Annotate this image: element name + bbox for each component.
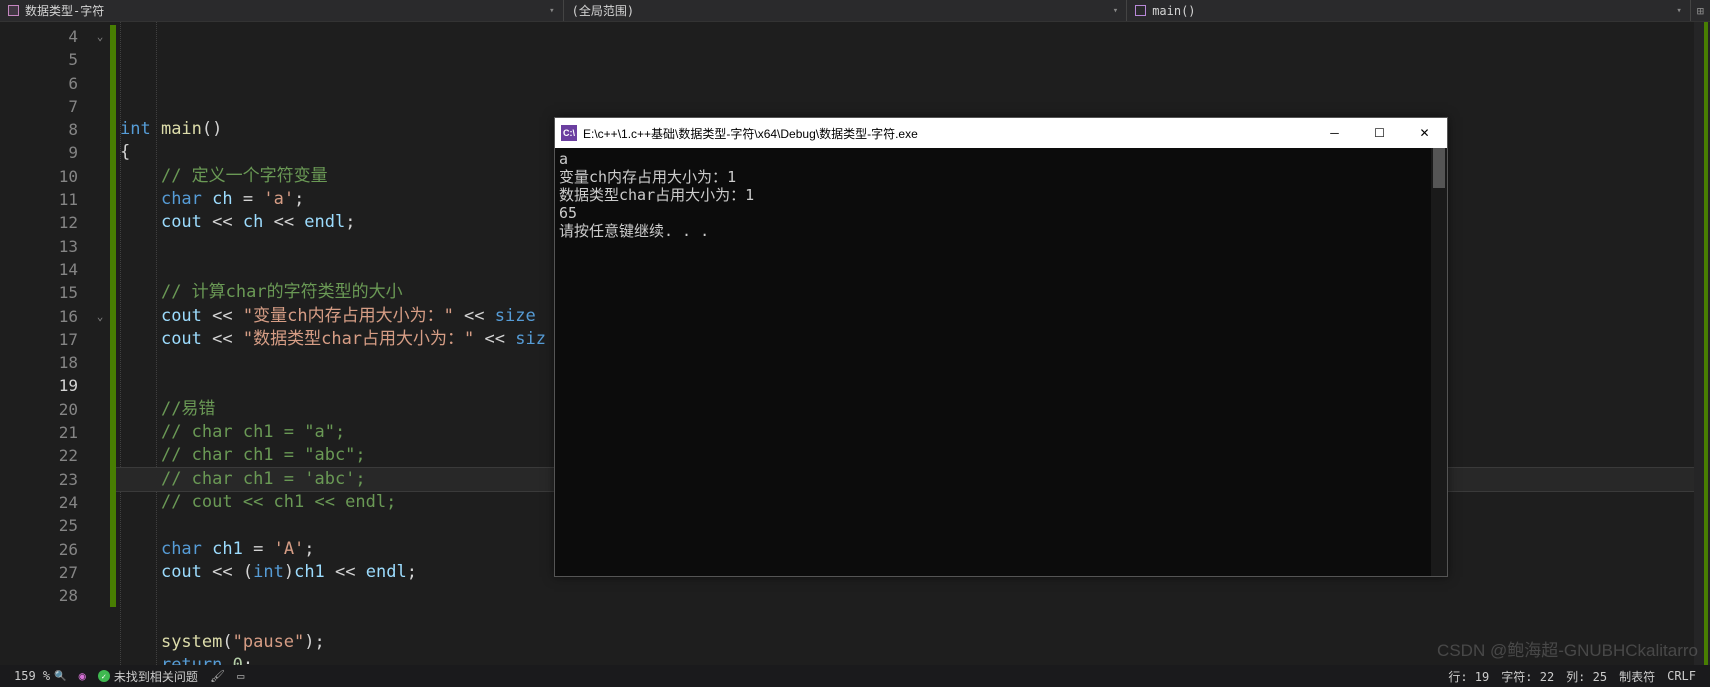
- breadcrumb-bar: 数据类型-字符 ▾ (全局范围) ▾ main() ▾ ⊞: [0, 0, 1710, 22]
- console-window: C:\ E:\c++\1.c++基础\数据类型-字符\x64\Debug\数据类…: [554, 117, 1448, 577]
- cursor-col[interactable]: 列: 25: [1560, 668, 1613, 685]
- brush-icon[interactable]: 🖌: [204, 669, 231, 683]
- scope-selector[interactable]: (全局范围) ▾: [564, 0, 1128, 21]
- cursor-line[interactable]: 行: 19: [1442, 668, 1495, 685]
- zoom-icon: 🔍: [54, 671, 66, 682]
- eol-mode[interactable]: CRLF: [1661, 669, 1702, 683]
- maximize-button[interactable]: ☐: [1357, 118, 1402, 148]
- split-view-button[interactable]: ⊞: [1691, 4, 1710, 18]
- error-indicator[interactable]: ◉: [73, 669, 92, 683]
- fold-gutter[interactable]: ⌄⌄: [90, 22, 110, 665]
- glyph-margin: [0, 22, 20, 665]
- watermark: CSDN @鲍海超-GNUBHCkalitarro: [1437, 636, 1698, 661]
- split-icon: ⊞: [1697, 4, 1704, 18]
- function-label: main(): [1152, 4, 1195, 18]
- line-number-gutter: 4567891011121314151617181920212223242526…: [20, 22, 90, 665]
- chevron-down-icon[interactable]: ▾: [1113, 6, 1118, 16]
- comment-icon[interactable]: ▭: [231, 669, 250, 683]
- cube-icon: [1135, 5, 1146, 16]
- console-output[interactable]: a变量ch内存占用大小为：1数据类型char占用大小为：165请按任意键继续. …: [555, 148, 1447, 576]
- scope-label: (全局范围): [572, 2, 634, 19]
- file-icon: [8, 5, 19, 16]
- chevron-down-icon[interactable]: ▾: [1676, 6, 1681, 16]
- minimap-scrollbar[interactable]: [1694, 22, 1710, 665]
- function-selector[interactable]: main() ▾: [1127, 0, 1691, 21]
- console-titlebar[interactable]: C:\ E:\c++\1.c++基础\数据类型-字符\x64\Debug\数据类…: [555, 118, 1447, 148]
- indent-mode[interactable]: 制表符: [1613, 668, 1661, 685]
- status-bar: 159 % 🔍 ◉ ✓ 未找到相关问题 🖌 ▭ 行: 19 字符: 22 列: …: [0, 665, 1710, 687]
- cursor-char[interactable]: 字符: 22: [1495, 668, 1560, 685]
- check-icon: ✓: [98, 670, 110, 682]
- chevron-down-icon[interactable]: ▾: [549, 6, 554, 16]
- console-scrollbar[interactable]: [1431, 148, 1447, 576]
- issues-status[interactable]: ✓ 未找到相关问题: [92, 668, 204, 685]
- file-selector[interactable]: 数据类型-字符 ▾: [0, 0, 564, 21]
- minimize-button[interactable]: ─: [1312, 118, 1357, 148]
- zoom-level[interactable]: 159 % 🔍: [8, 669, 73, 683]
- console-title: E:\c++\1.c++基础\数据类型-字符\x64\Debug\数据类型-字符…: [583, 125, 1312, 142]
- file-label: 数据类型-字符: [25, 2, 104, 19]
- close-button[interactable]: ✕: [1402, 118, 1447, 148]
- console-app-icon: C:\: [561, 125, 577, 141]
